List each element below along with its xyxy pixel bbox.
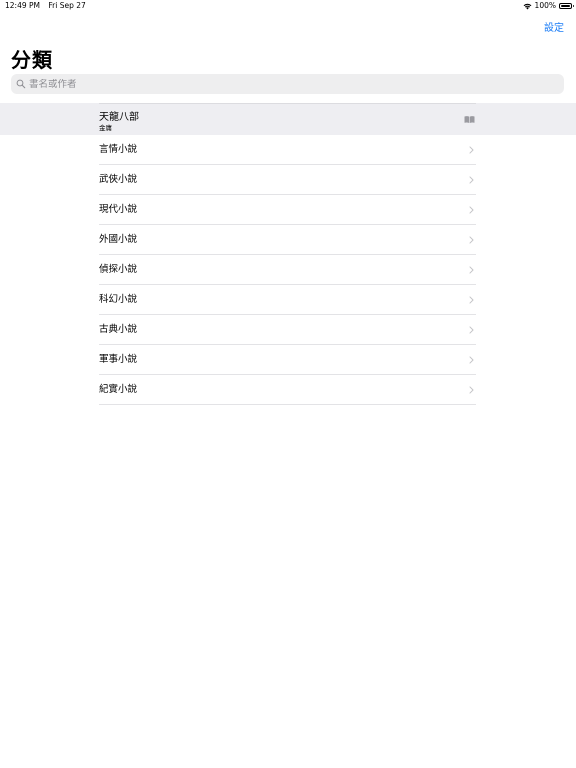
category-item[interactable]: 紀實小說: [99, 375, 476, 405]
category-label: 言情小說: [99, 144, 138, 155]
category-item[interactable]: 科幻小說: [99, 285, 476, 315]
battery-icon: [559, 3, 574, 9]
category-item[interactable]: 外國小說: [99, 225, 476, 255]
category-label: 軍事小說: [99, 354, 138, 365]
battery-level: [561, 5, 570, 7]
category-label: 現代小說: [99, 204, 138, 215]
category-label: 科幻小說: [99, 294, 138, 305]
status-date: Fri Sep 27: [48, 1, 86, 10]
search-input[interactable]: [29, 78, 549, 90]
book-row-separator: [99, 103, 476, 104]
category-label: 古典小說: [99, 324, 138, 335]
status-indicators: 100%: [523, 0, 574, 12]
category-item[interactable]: 現代小說: [99, 195, 476, 225]
category-label: 外國小說: [99, 234, 138, 245]
settings-button[interactable]: 設定: [544, 19, 564, 34]
book-row[interactable]: 天龍八部 金庸: [0, 103, 576, 135]
status-time: 12:49 PM: [5, 1, 40, 10]
chevron-right-icon: [469, 236, 474, 244]
category-item[interactable]: 偵探小說: [99, 255, 476, 285]
chevron-right-icon: [469, 266, 474, 274]
chevron-right-icon: [469, 176, 474, 184]
category-label: 紀實小說: [99, 384, 138, 395]
chevron-right-icon: [469, 206, 474, 214]
category-item[interactable]: 軍事小說: [99, 345, 476, 375]
chevron-right-icon: [469, 296, 474, 304]
book-icon: [464, 116, 475, 123]
book-title: 天龍八部: [99, 112, 139, 123]
app-screen: 12:49 PM Fri Sep 27 100% 設定 分類 天龍八部 金庸: [0, 0, 576, 768]
category-item[interactable]: 武俠小說: [99, 165, 476, 195]
category-item[interactable]: 古典小說: [99, 315, 476, 345]
status-time-date: 12:49 PM Fri Sep 27: [5, 0, 86, 12]
category-label: 偵探小說: [99, 264, 138, 275]
book-author: 金庸: [99, 124, 112, 132]
search-icon: [16, 79, 26, 89]
category-list: 言情小說 武俠小說 現代小說 外國小說 偵探小說 科幻小說 古典小說 軍事小說: [99, 135, 476, 405]
chevron-right-icon: [469, 386, 474, 394]
wifi-icon: [523, 3, 531, 9]
page-title: 分類: [11, 48, 53, 72]
chevron-right-icon: [469, 326, 474, 334]
category-label: 武俠小說: [99, 174, 138, 185]
status-bar: 12:49 PM Fri Sep 27 100%: [0, 0, 576, 12]
chevron-right-icon: [469, 146, 474, 154]
battery-percentage: 100%: [534, 1, 556, 10]
chevron-right-icon: [469, 356, 474, 364]
category-item[interactable]: 言情小說: [99, 135, 476, 165]
search-bar[interactable]: [11, 74, 564, 94]
